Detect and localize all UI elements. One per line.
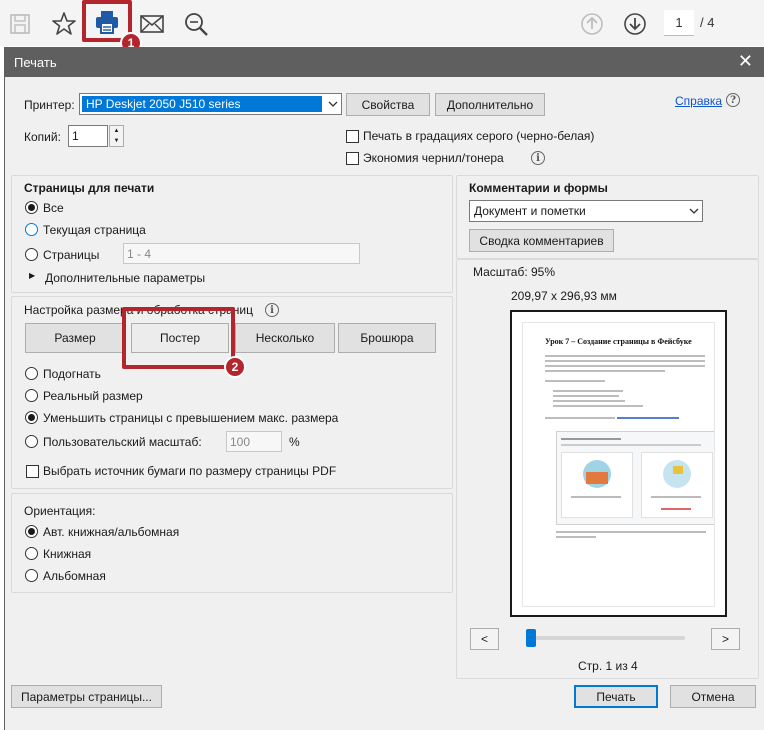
- tab-multiple[interactable]: Несколько: [235, 323, 335, 353]
- custom-scale-input[interactable]: 100: [226, 431, 282, 452]
- expand-triangle-icon[interactable]: ▶: [29, 271, 35, 280]
- doc-text-line: [545, 355, 705, 357]
- comments-title: Комментарии и формы: [469, 181, 608, 195]
- page-setup-button[interactable]: Параметры страницы...: [11, 685, 162, 708]
- pages-all-label: Все: [43, 201, 64, 215]
- more-options-label[interactable]: Дополнительные параметры: [45, 271, 205, 285]
- orientation-auto-label: Авт. книжная/альбомная: [43, 525, 180, 539]
- chevron-up-icon[interactable]: ▲: [110, 126, 123, 136]
- print-dialog: Печать ✕ Принтер: HP Deskjet 2050 J510 s…: [4, 47, 764, 730]
- page-down-icon[interactable]: [619, 8, 651, 40]
- pages-current-label: Текущая страница: [43, 223, 146, 237]
- doc-list-line: [553, 390, 623, 392]
- grayscale-checkbox[interactable]: [346, 130, 359, 143]
- copies-stepper[interactable]: ▲ ▼: [109, 125, 124, 147]
- save-icon[interactable]: [4, 8, 36, 40]
- doc-screenshot-image: [556, 431, 714, 525]
- tab-size[interactable]: Размер: [25, 323, 125, 353]
- search-zoom-icon[interactable]: [180, 8, 212, 40]
- paper-source-checkbox[interactable]: [26, 465, 39, 478]
- pages-all-radio[interactable]: [25, 201, 38, 214]
- pages-range-input[interactable]: 1 - 4: [123, 243, 360, 264]
- doc-text-line: [545, 380, 605, 382]
- print-button[interactable]: Печать: [574, 685, 658, 708]
- preview-slider-track[interactable]: [529, 636, 685, 640]
- doc-text-line: [545, 370, 665, 372]
- properties-button[interactable]: Свойства: [346, 93, 430, 116]
- page-up-icon[interactable]: [576, 8, 608, 40]
- pages-range-radio[interactable]: [25, 248, 38, 261]
- preview-slider-handle[interactable]: [526, 629, 536, 647]
- orientation-auto-radio[interactable]: [25, 525, 38, 538]
- doc-text-line: [556, 531, 706, 533]
- save-ink-label: Экономия чернил/тонера: [363, 151, 504, 165]
- printer-label: Принтер:: [24, 98, 75, 112]
- custom-scale-radio[interactable]: [25, 435, 38, 448]
- page-total: / 4: [700, 15, 715, 30]
- doc-link-line: [617, 417, 679, 419]
- info-icon[interactable]: i: [531, 151, 545, 165]
- custom-scale-label: Пользовательский масштаб:: [43, 435, 202, 449]
- dialog-title: Печать: [14, 55, 57, 70]
- poster-highlight-box: [122, 307, 235, 369]
- preview-document: Урок 7 – Создание страницы в Фейсбуке: [522, 322, 715, 607]
- info-icon[interactable]: i: [265, 303, 279, 317]
- comments-select-value: Документ и пометки: [474, 204, 586, 218]
- chevron-down-icon: [324, 94, 341, 114]
- doc-list-line: [553, 405, 643, 407]
- preview-size: 209,97 x 296,93 мм: [511, 289, 617, 303]
- actual-size-label: Реальный размер: [43, 389, 143, 403]
- dialog-titlebar: Печать ✕: [5, 47, 764, 77]
- help-link[interactable]: Справка: [675, 94, 722, 108]
- shrink-radio[interactable]: [25, 411, 38, 424]
- help-icon[interactable]: ?: [726, 93, 740, 107]
- actual-size-radio[interactable]: [25, 389, 38, 402]
- current-page-input[interactable]: 1: [664, 10, 694, 36]
- chevron-down-icon: [685, 201, 702, 221]
- orientation-landscape-label: Альбомная: [43, 569, 106, 583]
- chevron-down-icon[interactable]: ▼: [110, 136, 123, 146]
- printer-select-value: HP Deskjet 2050 J510 series: [82, 96, 322, 112]
- comments-summary-button[interactable]: Сводка комментариев: [469, 229, 614, 252]
- preview-page: Урок 7 – Создание страницы в Фейсбуке: [510, 310, 727, 617]
- top-toolbar: 1 1 / 4: [0, 0, 764, 54]
- doc-list-line: [553, 395, 619, 397]
- pages-section-title: Страницы для печати: [24, 181, 155, 195]
- preview-scale: Масштаб: 95%: [473, 265, 556, 279]
- save-ink-checkbox[interactable]: [346, 152, 359, 165]
- preview-page-info: Стр. 1 из 4: [578, 659, 638, 673]
- pages-current-radio[interactable]: [25, 223, 38, 236]
- doc-text-line: [545, 365, 705, 367]
- doc-list-line: [553, 400, 625, 402]
- cancel-button[interactable]: Отмена: [670, 685, 756, 708]
- orientation-title: Ориентация:: [24, 504, 96, 518]
- preview-doc-title: Урок 7 – Создание страницы в Фейсбуке: [545, 337, 692, 346]
- orientation-portrait-radio[interactable]: [25, 547, 38, 560]
- percent-label: %: [289, 435, 300, 449]
- orientation-landscape-radio[interactable]: [25, 569, 38, 582]
- printer-select[interactable]: HP Deskjet 2050 J510 series: [79, 93, 342, 115]
- print-icon[interactable]: [91, 6, 123, 38]
- comments-select[interactable]: Документ и пометки: [469, 200, 703, 222]
- fit-radio[interactable]: [25, 367, 38, 380]
- advanced-button[interactable]: Дополнительно: [435, 93, 545, 116]
- doc-text-line: [545, 360, 705, 362]
- fit-label: Подогнать: [43, 367, 101, 381]
- preview-next-button[interactable]: >: [711, 628, 740, 650]
- preview-prev-button[interactable]: <: [470, 628, 499, 650]
- doc-text-line: [556, 536, 596, 538]
- tab-booklet[interactable]: Брошюра: [338, 323, 436, 353]
- shrink-label: Уменьшить страницы с превышением макс. р…: [43, 411, 339, 425]
- bookmark-star-icon[interactable]: [48, 8, 80, 40]
- copies-input[interactable]: 1: [68, 125, 108, 147]
- pages-range-label: Страницы: [43, 248, 100, 262]
- orientation-portrait-label: Книжная: [43, 547, 92, 561]
- grayscale-label: Печать в градациях серого (черно-белая): [363, 129, 595, 143]
- doc-text-line: [545, 417, 615, 419]
- copies-label: Копий:: [24, 130, 61, 144]
- mail-icon[interactable]: [136, 8, 168, 40]
- paper-source-label: Выбрать источник бумаги по размеру стран…: [43, 464, 337, 478]
- step-badge-2: 2: [224, 356, 246, 378]
- close-icon[interactable]: ✕: [738, 51, 753, 72]
